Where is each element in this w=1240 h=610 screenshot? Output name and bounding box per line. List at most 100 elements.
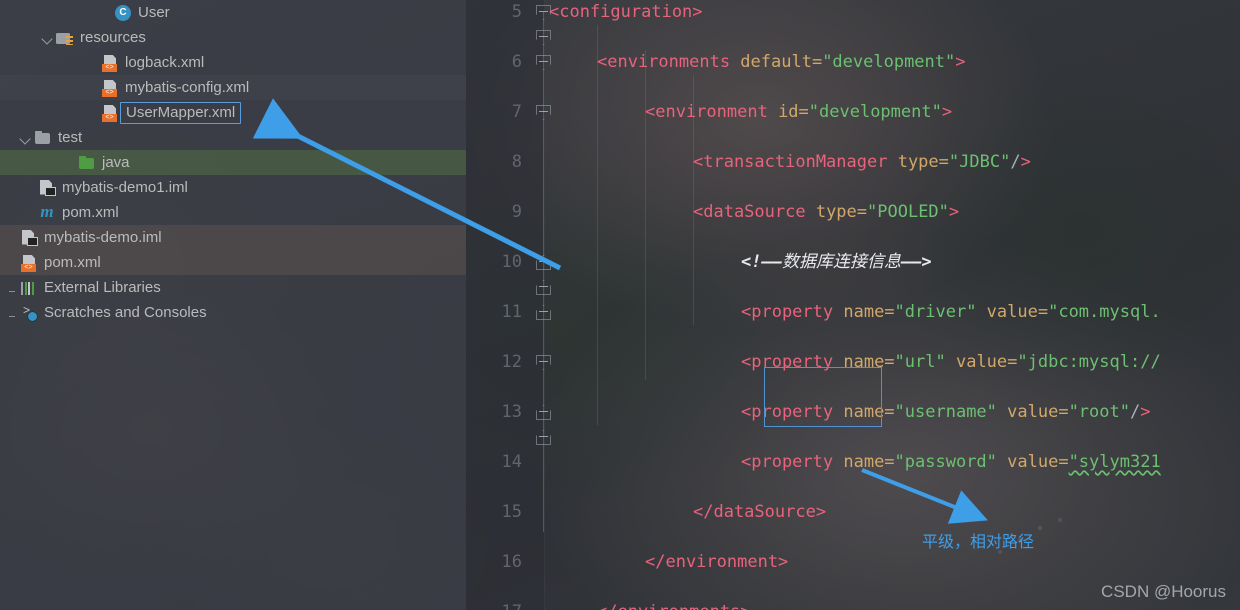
tree-row-user[interactable]: User	[0, 0, 466, 25]
tree-row-pom-xml[interactable]: pom.xml	[0, 200, 466, 225]
code-token: 数据库连接信息	[781, 252, 901, 272]
maven-icon	[38, 202, 56, 222]
line-number: 8	[511, 152, 522, 172]
code-token: value=	[996, 402, 1069, 422]
code-token: >	[1020, 152, 1031, 172]
code-line-text: <dataSource type="POOLED">	[693, 200, 959, 225]
chevron-spacer	[22, 180, 38, 196]
code-line-14[interactable]: 14 <property name="password" value="sylym…	[466, 450, 1240, 475]
chevron-spacer	[4, 230, 20, 246]
code-editor[interactable]: 5 <configuration> 6 <environments default="…	[466, 0, 1240, 610]
tree-collapsed-dot-icon[interactable]	[4, 305, 20, 321]
folder-resources-icon	[56, 29, 74, 47]
code-token: <property	[741, 452, 844, 472]
tree-row-usermapper-xml[interactable]: UserMapper.xml	[0, 100, 466, 125]
tree-item-label: External Libraries	[44, 279, 161, 296]
indent-guide-1	[645, 50, 646, 380]
code-line-13[interactable]: 13 <property name="username" value="root"…	[466, 400, 1240, 425]
code-token: <transactionManager	[693, 152, 898, 172]
tree-item-label: Scratches and Consoles	[44, 304, 207, 321]
highlight-box-usermapper-xml: UserMapper.xml	[120, 101, 242, 124]
iml-file-icon	[20, 229, 38, 247]
tree-row-resources[interactable]: resources	[0, 25, 466, 50]
tree-item-label: logback.xml	[125, 54, 205, 71]
line-number: 13	[501, 402, 522, 422]
code-line-10[interactable]: 10 <!——数据库连接信息——>	[466, 250, 1240, 275]
code-token: name=	[843, 402, 895, 422]
code-line-9[interactable]: 9 <dataSource type="POOLED">	[466, 200, 1240, 225]
code-token: "jdbc:mysql://	[1017, 352, 1161, 372]
code-line-text: <property name="driver" value="com.mysql…	[741, 300, 1161, 325]
tree-row-scratches-and-consoles[interactable]: Scratches and Consoles	[0, 300, 466, 325]
code-token: <dataSource	[693, 202, 816, 222]
tree-collapsed-dot-icon[interactable]	[4, 280, 20, 296]
code-line-11[interactable]: 11 <property name="driver" value="com.mys…	[466, 300, 1240, 325]
project-tree-panel[interactable]: User resources logback.xml mybatis-config.x…	[0, 0, 466, 610]
code-token: >	[941, 102, 953, 122]
code-token: name=	[843, 302, 895, 322]
xml-file-icon	[101, 54, 119, 72]
tree-item-label: test	[58, 129, 83, 146]
tree-row-pom-xml[interactable]: pom.xml	[0, 250, 466, 275]
code-token: id=	[778, 102, 809, 122]
code-line-7[interactable]: 7 <environment id="development">	[466, 100, 1240, 125]
chevron-spacer	[85, 55, 101, 71]
code-token: type=	[897, 152, 949, 172]
code-token: name=	[843, 452, 895, 472]
tree-row-mybatis-config-xml[interactable]: mybatis-config.xml	[0, 75, 466, 100]
code-line-text: </dataSource>	[693, 500, 826, 525]
code-token: <environments	[597, 52, 741, 72]
tree-item-label: mybatis-config.xml	[125, 79, 250, 96]
line-number: 15	[501, 502, 522, 522]
code-line-12[interactable]: 12 <property name="url" value="jdbc:mysql…	[466, 350, 1240, 375]
code-token: >	[1140, 402, 1151, 422]
code-token: "driver"	[894, 302, 977, 322]
code-token: "password"	[894, 452, 997, 472]
code-token: "JDBC"	[948, 152, 1011, 172]
code-token: <property	[741, 402, 844, 422]
xml-file-icon	[101, 79, 119, 97]
line-number: 5	[511, 2, 522, 22]
chevron-down-icon[interactable]	[18, 130, 34, 146]
tree-item-label: pom.xml	[62, 204, 119, 221]
tree-row-test[interactable]: test	[0, 125, 466, 150]
code-token: type=	[815, 202, 868, 222]
code-token: <environment	[645, 102, 779, 122]
tree-item-label: mybatis-demo1.iml	[62, 179, 188, 196]
code-line-text: <property name="url" value="jdbc:mysql:/…	[741, 350, 1161, 375]
line-number: 14	[501, 452, 522, 472]
folder-green-icon	[78, 154, 96, 172]
line-number: 7	[511, 102, 522, 122]
tree-item-label: mybatis-demo.iml	[44, 229, 162, 246]
chevron-spacer	[62, 155, 78, 171]
line-number: 11	[501, 302, 522, 322]
code-token: </dataSource>	[693, 502, 827, 522]
line-number: 17	[466, 600, 522, 610]
code-token: value=	[945, 352, 1018, 372]
tree-row-java[interactable]: java	[0, 150, 466, 175]
code-token: <configuration>	[549, 2, 703, 22]
scratches-icon	[20, 304, 38, 322]
code-token: <!——	[741, 252, 782, 272]
code-line-6[interactable]: 6 <environments default="development">	[466, 50, 1240, 75]
chevron-spacer	[85, 105, 101, 121]
ide-screenshot: User resources logback.xml mybatis-config.x…	[0, 0, 1240, 610]
tree-item-label: resources	[80, 29, 146, 46]
code-token: value=	[976, 302, 1049, 322]
tree-row-mybatis-demo1-iml[interactable]: mybatis-demo1.iml	[0, 175, 466, 200]
code-line-text: </environment>	[645, 550, 788, 575]
code-line-17[interactable]: 17 </environments>	[466, 600, 1240, 610]
code-lines-container[interactable]: 5 <configuration> 6 <environments default="…	[466, 0, 1240, 610]
class-icon	[114, 4, 132, 22]
tree-row-external-libraries[interactable]: External Libraries	[0, 275, 466, 300]
line-number: 12	[501, 352, 522, 372]
code-line-16[interactable]: 16 </environment>	[466, 550, 1240, 575]
code-line-5[interactable]: 5 <configuration>	[466, 0, 1240, 25]
code-line-15[interactable]: 15 </dataSource>	[466, 500, 1240, 525]
tree-row-mybatis-demo-iml[interactable]: mybatis-demo.iml	[0, 225, 466, 250]
code-token: /	[1010, 152, 1021, 172]
chevron-down-icon[interactable]	[40, 30, 56, 46]
line-number: 6	[511, 52, 522, 72]
code-line-8[interactable]: 8 <transactionManager type="JDBC"/>	[466, 150, 1240, 175]
tree-row-logback-xml[interactable]: logback.xml	[0, 50, 466, 75]
